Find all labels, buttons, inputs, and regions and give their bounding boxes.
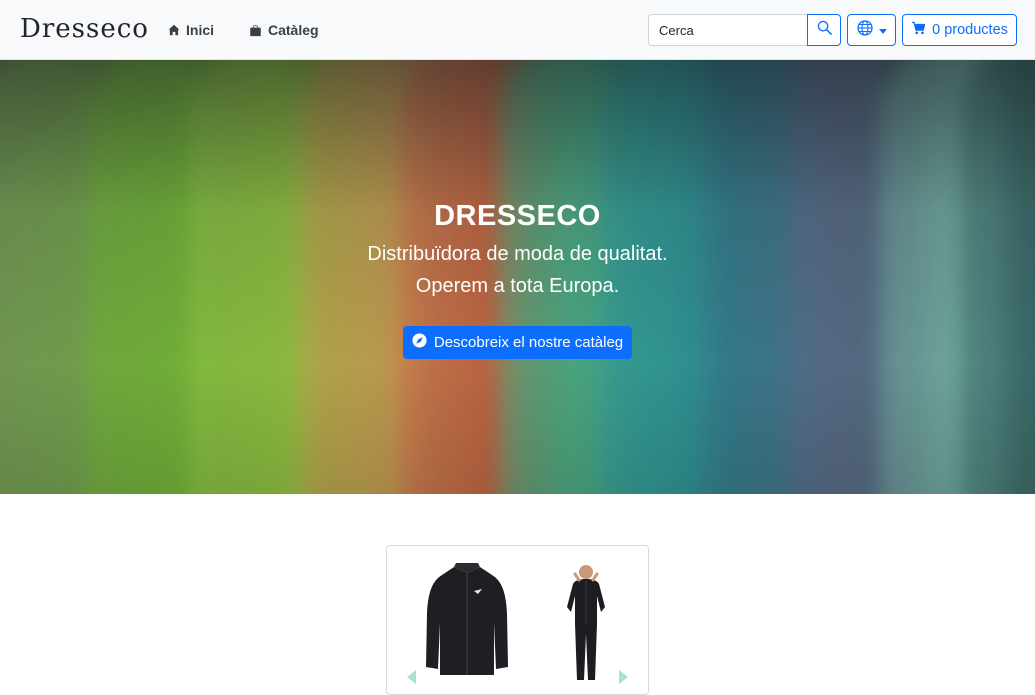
chevron-left-icon[interactable] — [407, 670, 416, 684]
cart-button[interactable]: 0 productes — [902, 14, 1017, 46]
product-image-jacket[interactable] — [424, 563, 510, 683]
globe-icon — [856, 19, 873, 41]
search-input[interactable] — [648, 14, 808, 46]
home-icon — [168, 24, 180, 36]
cart-label: 0 productes — [932, 22, 1008, 38]
shopping-bag-icon — [249, 23, 262, 37]
discover-catalog-label: Descobreix el nostre catàleg — [433, 334, 624, 351]
compass-icon — [412, 333, 427, 352]
hero-subtitle-line-2: Operem a tota Europa. — [415, 275, 620, 297]
search-icon — [817, 20, 832, 40]
search-button[interactable] — [807, 14, 841, 46]
brand-logo[interactable]: Dresseco — [20, 14, 149, 44]
hero-subtitle-line-1: Distribuïdora de moda de qualitat. — [367, 243, 668, 265]
nav-link-label: Inici — [186, 22, 215, 38]
product-image-model[interactable] — [561, 562, 611, 687]
hero-banner: DRESSECO Distribuïdora de moda de qualit… — [0, 60, 1035, 494]
cart-icon — [911, 21, 926, 39]
navbar: Dresseco Inici Catàleg 0 productes — [0, 0, 1035, 60]
product-carousel-card — [386, 545, 649, 695]
caret-down-icon — [878, 21, 887, 39]
nav-link-home[interactable]: Inici — [168, 21, 214, 39]
discover-catalog-button[interactable]: Descobreix el nostre catàleg — [403, 326, 632, 359]
hero-title: DRESSECO — [434, 200, 601, 232]
language-dropdown-button[interactable] — [847, 14, 896, 46]
chevron-right-icon[interactable] — [619, 670, 628, 684]
nav-link-catalog[interactable]: Catàleg — [249, 21, 319, 39]
nav-link-label: Catàleg — [268, 22, 319, 38]
